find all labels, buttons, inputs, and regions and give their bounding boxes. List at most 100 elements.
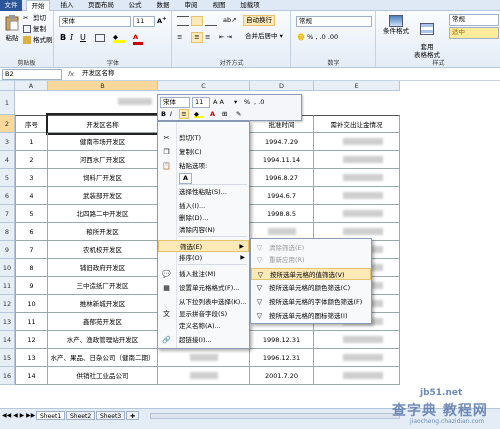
table-cell[interactable]: 6 (15, 223, 48, 241)
table-cell[interactable]: 河西水厂开发区 (48, 151, 158, 169)
context-item-9[interactable]: 筛选(E) ▶ (158, 240, 249, 252)
align-left-button[interactable]: ≡ (177, 33, 189, 42)
mini-percent-button[interactable]: % (244, 98, 250, 107)
style-normal[interactable]: 常规 (449, 14, 499, 26)
mini-italic-button[interactable]: I (170, 110, 172, 119)
header-cell[interactable]: 序号 (15, 115, 48, 133)
tab-home[interactable]: 开始 (26, 0, 50, 11)
align-right-button[interactable]: ≡ (205, 33, 217, 42)
context-item-15[interactable]: 定义名称(A)... (158, 320, 249, 332)
context-item-7[interactable]: 删除(D)... (158, 212, 249, 224)
table-cell[interactable]: 北四路二中开发区 (48, 205, 158, 223)
mini-font-select[interactable]: 宋体 (160, 97, 190, 108)
font-name-select[interactable]: 宋体 (59, 16, 131, 27)
column-header[interactable]: E (314, 81, 400, 91)
name-box[interactable]: B2 (2, 69, 62, 80)
horizontal-scrollbar[interactable] (150, 413, 400, 419)
font-color-button[interactable]: A (133, 33, 143, 45)
conditional-format-button[interactable]: 条件格式 (381, 15, 411, 36)
table-cell[interactable]: 1998.8.5 (250, 205, 314, 223)
table-cell[interactable]: 1994.11.14 (250, 151, 314, 169)
fx-icon[interactable]: fx (68, 70, 74, 79)
table-cell[interactable]: 水产、果品、日杂公司（健南二期） (48, 349, 158, 367)
row-header[interactable]: 4 (0, 151, 15, 169)
row-header[interactable]: 13 (0, 313, 15, 331)
row-header[interactable]: 14 (0, 331, 15, 349)
row-header[interactable]: 15 (0, 349, 15, 367)
mini-paintbrush-button[interactable]: ✎ (236, 110, 241, 119)
context-item-6[interactable]: 插入(I)... (158, 200, 249, 212)
table-cell[interactable]: 8 (15, 259, 48, 277)
number-format-buttons[interactable]: 🪙 % , .0 .00 (297, 33, 338, 42)
filter-item-4[interactable]: ▽ 按所选单元格的颜色筛选(C) (251, 282, 371, 294)
grow-font-button[interactable]: A+ (157, 15, 167, 26)
format-painter-button[interactable]: 格式刷 (23, 36, 53, 45)
cut-button[interactable]: ✂ 剪切 (23, 14, 46, 23)
filter-item-5[interactable]: ▽ 按所选单元格的字体颜色筛选(F) (251, 296, 371, 308)
table-cell[interactable]: 12 (15, 331, 48, 349)
wrap-text-button[interactable]: 自动换行 (243, 15, 275, 26)
align-bottom-button[interactable] (205, 16, 217, 26)
table-cell[interactable]: 1998.12.31 (250, 331, 314, 349)
context-item-14[interactable]: 文 显示拼音字段(S) (158, 308, 249, 320)
row-header[interactable]: 9 (0, 241, 15, 259)
column-header[interactable]: A (15, 81, 48, 91)
bold-button[interactable]: B (60, 33, 66, 42)
row-header[interactable]: 10 (0, 259, 15, 277)
mini-center-button[interactable]: ≡ (179, 109, 189, 119)
table-cell[interactable]: 1 (15, 133, 48, 151)
table-cell[interactable]: 7 (15, 241, 48, 259)
tab-page-layout[interactable]: 页面布局 (84, 0, 118, 11)
context-item-13[interactable]: 从下拉列表中选择(K)... (158, 296, 249, 308)
align-center-button[interactable]: ≡ (191, 32, 203, 43)
table-cell[interactable]: 13 (15, 349, 48, 367)
table-cell[interactable]: 农机校开发区 (48, 241, 158, 259)
number-format-select[interactable]: 常规 (296, 16, 372, 27)
table-cell[interactable]: 供销社工业品公司 (48, 367, 158, 385)
row-header[interactable]: 12 (0, 295, 15, 313)
tab-file[interactable]: 文件 (0, 0, 22, 11)
table-cell[interactable]: 14 (15, 367, 48, 385)
mini-border-button[interactable]: ⊞ (222, 110, 227, 119)
mini-number-button[interactable]: ▾ (234, 98, 237, 107)
sheet-nav-buttons[interactable]: ◀◀ ◀ ▶ ▶▶ (2, 411, 35, 420)
table-cell[interactable]: 健南市场开发区 (48, 133, 158, 151)
table-cell[interactable]: 三中造纸厂开发区 (48, 277, 158, 295)
paste-button[interactable]: 粘贴 (3, 15, 21, 43)
tab-review[interactable]: 审阅 (180, 0, 202, 11)
tab-formulas[interactable]: 公式 (124, 0, 146, 11)
row-header[interactable]: 16 (0, 367, 15, 385)
select-all-corner[interactable] (0, 81, 15, 91)
row-header[interactable]: 8 (0, 223, 15, 241)
table-cell[interactable]: 2001.7.20 (250, 367, 314, 385)
row-header[interactable]: 11 (0, 277, 15, 295)
context-item-2[interactable]: ❐ 复制(C) (158, 146, 249, 158)
filter-item-3[interactable]: ▽ 按所选单元格的值筛选(V) (251, 268, 371, 280)
formula-input[interactable]: 开发区名称 (80, 69, 498, 80)
table-cell[interactable]: 粮所开发区 (48, 223, 158, 241)
indent-buttons[interactable]: ⇤ ⇥ (219, 33, 232, 42)
context-item-3[interactable]: 📋 粘贴选项: (158, 160, 249, 172)
table-cell[interactable]: 2 (15, 151, 48, 169)
table-cell[interactable]: 4 (15, 187, 48, 205)
row-header[interactable]: 3 (0, 133, 15, 151)
table-cell[interactable]: 武装部开发区 (48, 187, 158, 205)
filter-item-2[interactable]: ▽ 重新应用(R) (251, 254, 371, 266)
mini-fill-button[interactable]: ◆ (194, 110, 204, 118)
row-header[interactable]: 6 (0, 187, 15, 205)
table-cell[interactable]: 5 (15, 205, 48, 223)
table-cell[interactable]: 饲料厂开发区 (48, 169, 158, 187)
table-cell[interactable]: 鑫郁苑开发区 (48, 313, 158, 331)
table-cell[interactable]: 水产、渔政管理站开发区 (48, 331, 158, 349)
mini-comma-button[interactable]: , .0 (254, 98, 264, 107)
column-header[interactable]: B (48, 81, 158, 91)
table-cell[interactable]: 推林新城开发区 (48, 295, 158, 313)
sheet-tab-sheet2[interactable]: Sheet2 (66, 411, 96, 420)
column-header[interactable]: C (158, 81, 250, 91)
mini-grow-font-button[interactable]: A A (213, 98, 224, 107)
table-cell[interactable]: 1994.6.7 (250, 187, 314, 205)
table-cell[interactable]: 铺旧政府开发区 (48, 259, 158, 277)
sheet-tab-sheet1[interactable]: Sheet1 (36, 411, 66, 420)
filter-item-6[interactable]: ▽ 按所选单元格的图标筛选(I) (251, 310, 371, 322)
mini-bold-button[interactable]: B (161, 110, 166, 119)
